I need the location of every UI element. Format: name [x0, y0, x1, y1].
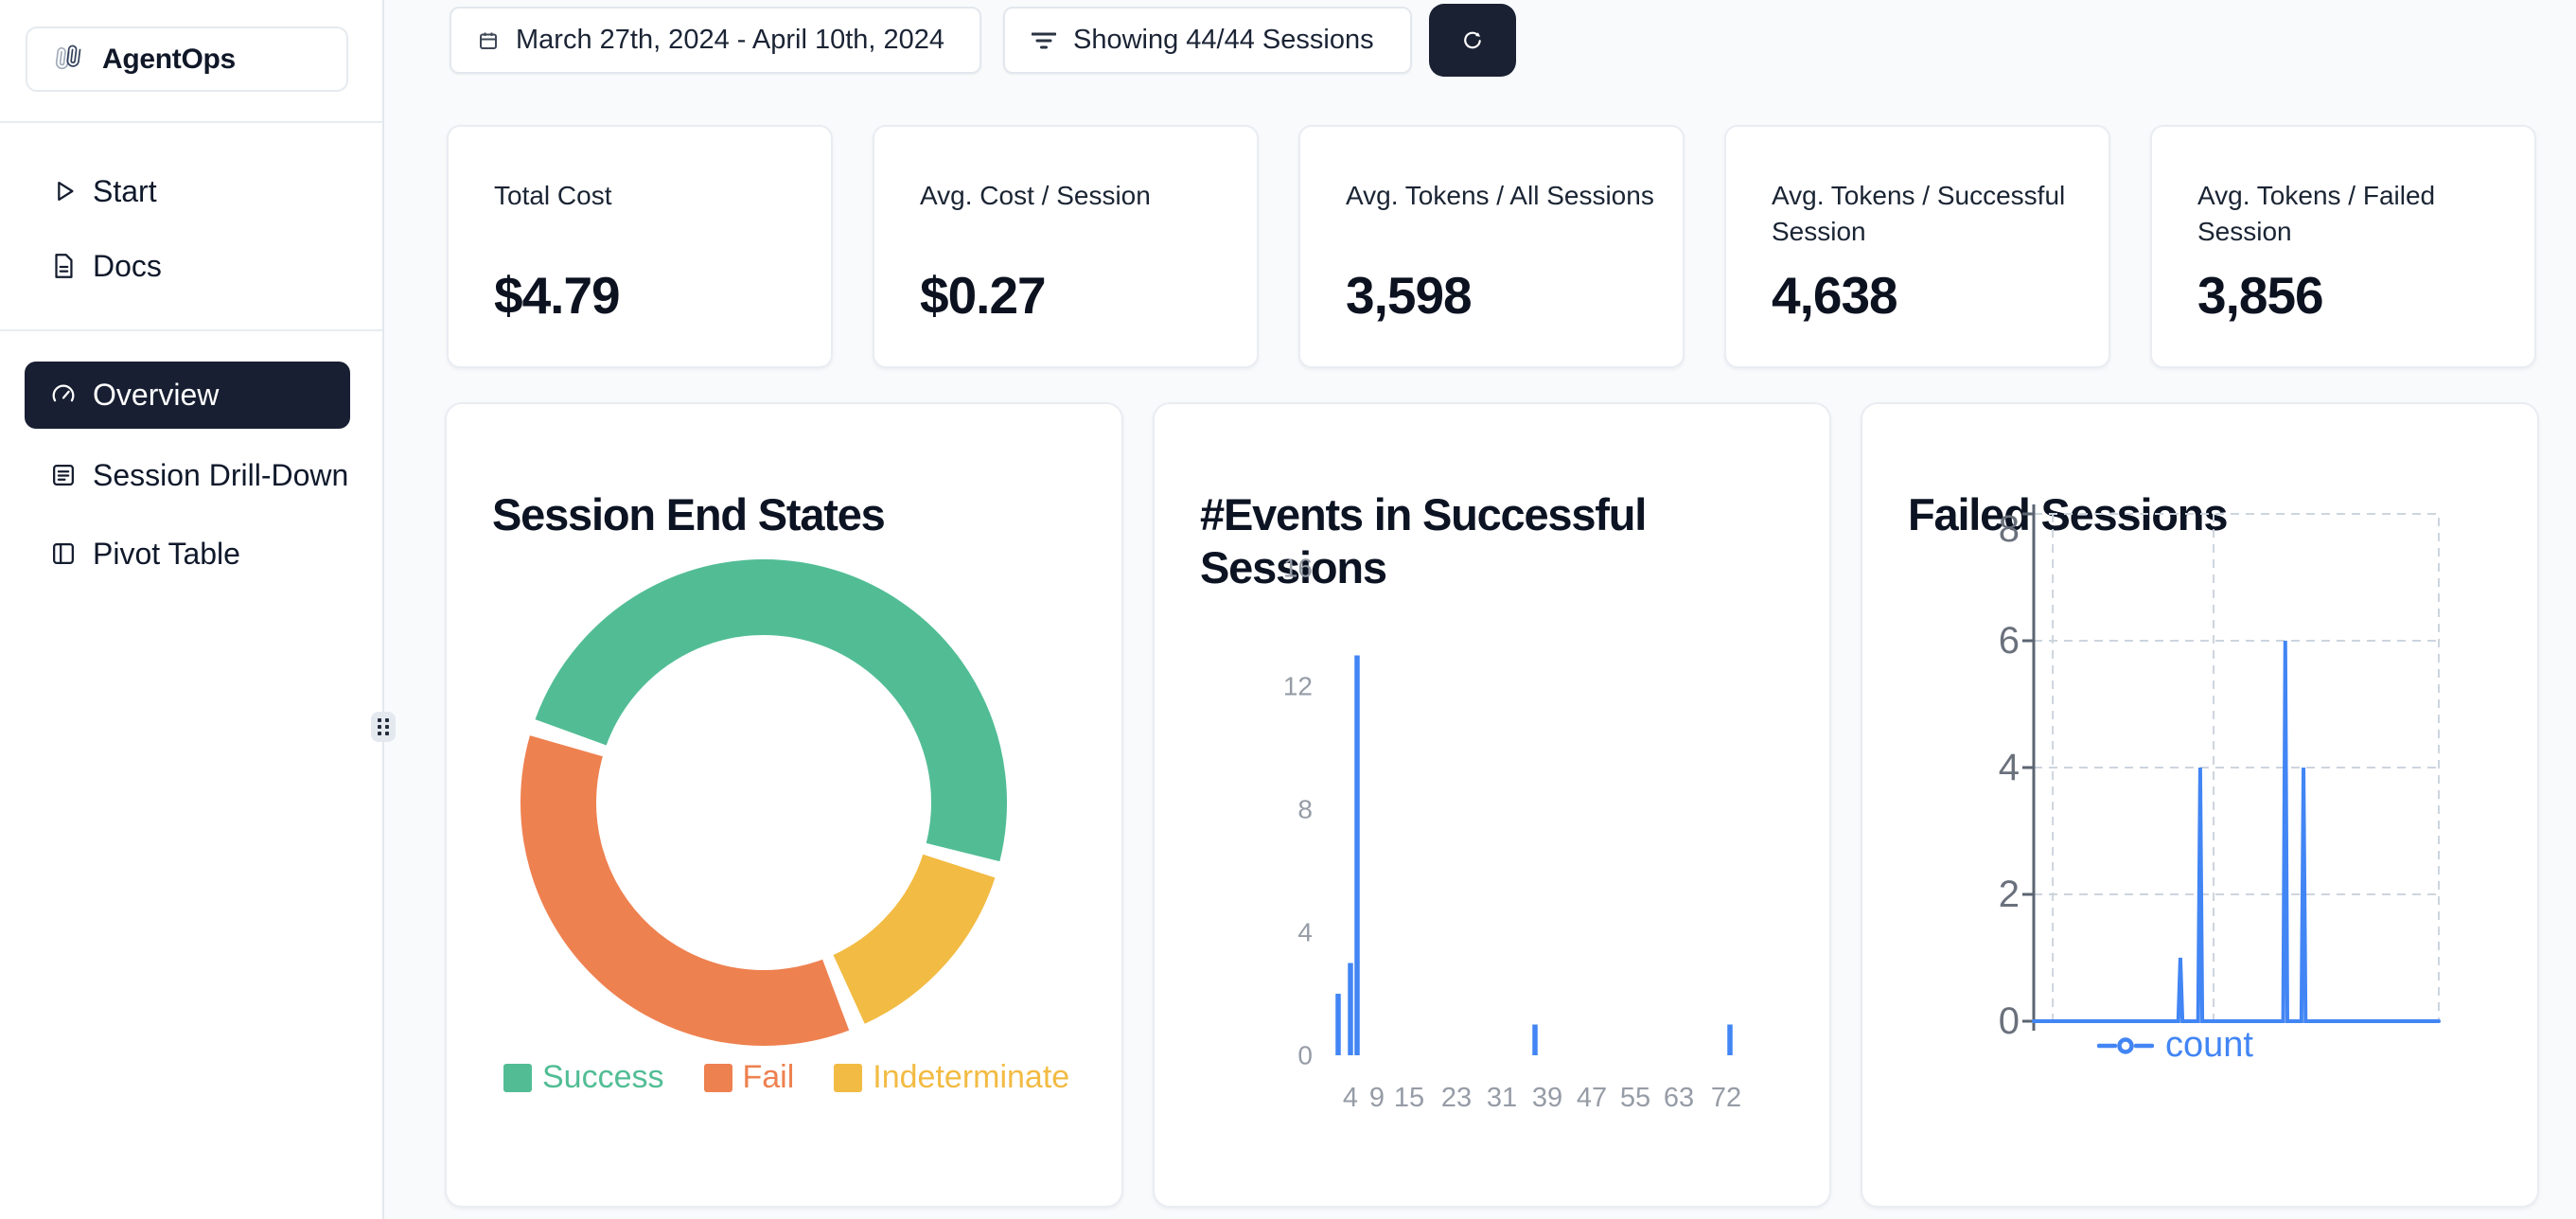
failed-sessions-chart[interactable]: 02468	[1862, 404, 2539, 1208]
date-range-label: March 27th, 2024 - April 10th, 2024	[516, 25, 944, 56]
legend-item-fail[interactable]: Fail	[704, 1059, 795, 1096]
x-tick-label: 9	[1369, 1083, 1385, 1113]
x-tick-label: 55	[1620, 1083, 1650, 1113]
charts-row: Session End States Success Fail Indeterm…	[445, 402, 2539, 1208]
stat-title: Avg. Cost / Session	[920, 178, 1228, 214]
count-legend[interactable]: count	[1861, 1025, 2513, 1066]
play-icon	[49, 177, 78, 205]
stat-card-avg-tokens-all: Avg. Tokens / All Sessions 3,598	[1298, 125, 1685, 368]
sidebar-item-label: Start	[93, 174, 157, 209]
x-tick-label: 31	[1487, 1083, 1517, 1113]
main-content: March 27th, 2024 - April 10th, 2024 Show…	[384, 0, 2576, 1219]
logo[interactable]: AgentOps	[26, 26, 348, 92]
sidebar-item-start[interactable]: Start	[0, 165, 382, 218]
stat-value: $0.27	[920, 265, 1046, 326]
legend-item-success[interactable]: Success	[503, 1059, 664, 1096]
stat-card-total-cost: Total Cost $4.79	[447, 125, 833, 368]
y-tick-label: 8	[1297, 795, 1313, 824]
sidebar-item-docs[interactable]: Docs	[0, 239, 382, 292]
legend-label: Fail	[743, 1059, 795, 1096]
stat-value: $4.79	[494, 265, 620, 326]
y-tick-label: 6	[1999, 620, 2020, 662]
sessions-filter-label: Showing 44/44 Sessions	[1073, 25, 1374, 56]
x-tick-label: 15	[1394, 1083, 1424, 1113]
legend-item-indeterminate[interactable]: Indeterminate	[834, 1059, 1069, 1096]
grip-dots-icon	[376, 716, 391, 737]
list-box-icon	[49, 461, 78, 489]
donut-slice-fail	[558, 746, 836, 1008]
sidebar-divider-top	[0, 121, 382, 123]
donut-slice-success	[571, 597, 969, 852]
event-count-bar	[1727, 1025, 1733, 1056]
sidebar-item-label: Session Drill-Down	[93, 458, 348, 493]
agentops-logo-icon	[52, 42, 88, 78]
sidebar-item-label: Docs	[93, 249, 162, 284]
legend-swatch	[503, 1064, 532, 1092]
sidebar-resize-handle[interactable]	[371, 712, 396, 742]
stat-card-avg-tokens-failed: Avg. Tokens / Failed Session 3,856	[2150, 125, 2536, 368]
y-tick-label: 4	[1999, 747, 2020, 788]
sidebar-item-pivot-table[interactable]: Pivot Table	[0, 527, 382, 580]
refresh-button[interactable]	[1429, 4, 1516, 77]
x-tick-label: 47	[1577, 1083, 1607, 1113]
stat-card-avg-tokens-successful: Avg. Tokens / Successful Session 4,638	[1724, 125, 2110, 368]
sidebar-divider-bottom	[0, 329, 382, 331]
y-tick-label: 4	[1297, 918, 1313, 947]
sidebar-item-overview[interactable]: Overview	[25, 362, 350, 429]
count-line	[2034, 641, 2439, 1021]
sidebar: AgentOps Start Docs	[0, 0, 384, 1219]
panel-layout-icon	[49, 539, 78, 568]
events-bar-chart[interactable]: 0481216491523313947556372	[1155, 404, 1831, 1208]
y-tick-label: 12	[1283, 672, 1313, 701]
y-tick-label: 2	[1999, 874, 2020, 915]
x-tick-label: 63	[1664, 1083, 1694, 1113]
sidebar-item-label: Pivot Table	[93, 537, 240, 572]
session-end-states-card: Session End States Success Fail Indeterm…	[445, 402, 1123, 1208]
event-count-bar	[1335, 994, 1341, 1055]
stat-value: 3,598	[1346, 265, 1472, 326]
legend-label: Indeterminate	[873, 1059, 1069, 1096]
event-count-bar	[1532, 1025, 1538, 1056]
stat-title: Total Cost	[494, 178, 803, 214]
stat-value: 3,856	[2197, 265, 2323, 326]
legend-swatch	[704, 1064, 732, 1092]
stat-value: 4,638	[1772, 265, 1897, 326]
count-legend-label: count	[2165, 1025, 2253, 1066]
agentops-dashboard: AgentOps Start Docs	[0, 0, 2576, 1219]
donut-legend: Success Fail Indeterminate	[503, 1059, 1069, 1096]
date-range-button[interactable]: March 27th, 2024 - April 10th, 2024	[450, 7, 981, 74]
x-tick-label: 72	[1711, 1083, 1741, 1113]
donut-slice-indeterminate	[849, 866, 959, 989]
sessions-filter-button[interactable]: Showing 44/44 Sessions	[1003, 7, 1412, 74]
filter-icon	[1032, 30, 1056, 51]
stat-cards-row: Total Cost $4.79 Avg. Cost / Session $0.…	[447, 125, 2536, 368]
document-icon	[49, 252, 78, 280]
x-tick-label: 4	[1343, 1083, 1358, 1113]
gauge-icon	[49, 381, 78, 410]
y-tick-label: 0	[1297, 1041, 1313, 1070]
stat-card-avg-cost-session: Avg. Cost / Session $0.27	[873, 125, 1259, 368]
sidebar-item-label: Overview	[93, 378, 219, 413]
line-marker-icon	[2097, 1035, 2154, 1056]
event-count-bar	[1348, 963, 1353, 1056]
legend-swatch	[834, 1064, 862, 1092]
x-tick-label: 23	[1441, 1083, 1472, 1113]
refresh-icon	[1451, 20, 1494, 62]
legend-label: Success	[542, 1059, 664, 1096]
y-tick-label: 8	[1999, 508, 2020, 550]
stat-title: Avg. Tokens / Failed Session	[2197, 178, 2506, 250]
sidebar-item-session-drill-down[interactable]: Session Drill-Down	[0, 449, 382, 502]
y-tick-label: 16	[1283, 554, 1313, 583]
stat-title: Avg. Tokens / Successful Session	[1772, 178, 2080, 250]
logo-label: AgentOps	[102, 44, 236, 76]
event-count-bar	[1354, 656, 1360, 1056]
calendar-icon	[478, 30, 499, 51]
events-histogram-card: #Events in Successful Sessions 048121649…	[1153, 402, 1831, 1208]
failed-sessions-card: Failed Sessions 02468 count	[1861, 402, 2539, 1208]
stat-title: Avg. Tokens / All Sessions	[1346, 178, 1654, 214]
x-tick-label: 39	[1532, 1083, 1562, 1113]
